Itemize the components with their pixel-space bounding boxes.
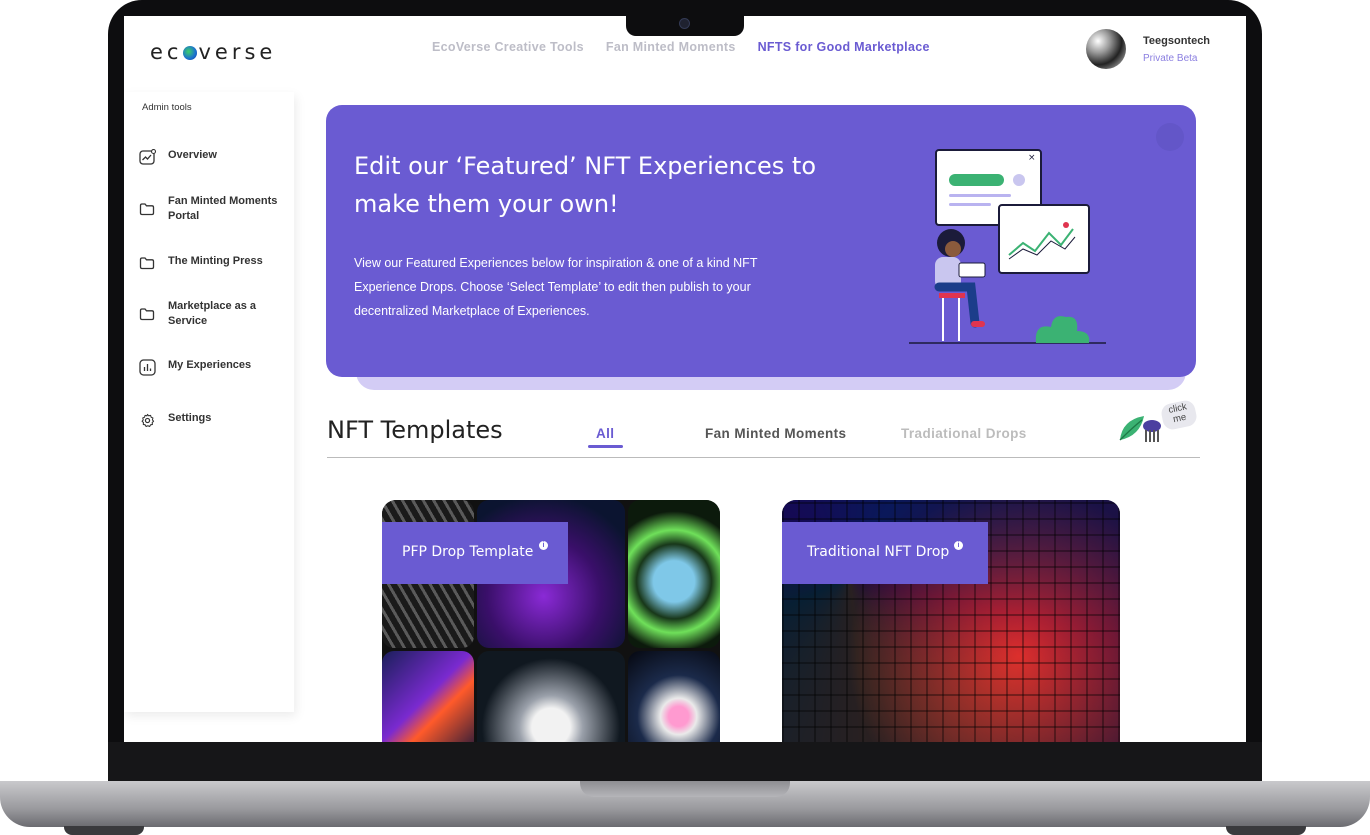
nft-image-tile <box>628 651 720 742</box>
folder-icon <box>138 305 156 323</box>
sidebar-item-my-experiences[interactable]: My Experiences <box>138 358 288 376</box>
user-role: Private Beta <box>1143 53 1198 64</box>
info-icon[interactable]: i <box>954 541 963 550</box>
chart-icon <box>138 148 156 166</box>
app-screen: ec verse EcoVerse Creative Tools Fan Mint… <box>124 16 1246 742</box>
nft-templates-title: NFT Templates <box>327 416 503 444</box>
nft-image-tile <box>628 500 720 648</box>
globe-icon <box>183 46 198 60</box>
card-label: PFP Drop Template i <box>382 522 568 584</box>
camera-icon <box>679 18 690 29</box>
sidebar-section-label: Admin tools <box>142 102 192 113</box>
svg-text:×: × <box>1028 153 1036 163</box>
sidebar-item-label: Marketplace as a Service <box>168 300 257 327</box>
laptop-foot <box>1226 826 1306 835</box>
active-tab-underline <box>588 445 623 448</box>
laptop-trackpad-lip <box>580 781 790 797</box>
hero-description: View our Featured Experiences below for … <box>354 256 758 318</box>
sidebar: Admin tools Overview Fan Minted Moments … <box>124 92 294 712</box>
sidebar-item-the-minting-press[interactable]: The Minting Press <box>138 254 288 272</box>
ecoverse-logo[interactable]: ec verse <box>150 40 276 64</box>
card-label: Traditional NFT Drop i <box>782 522 988 584</box>
click-me-button[interactable]: click me <box>1116 398 1200 444</box>
laptop-foot <box>64 826 144 835</box>
leaf-mascot-icon <box>1119 416 1161 442</box>
sidebar-item-marketplace-as-a-service[interactable]: Marketplace as a Service <box>138 299 288 329</box>
info-icon[interactable]: i <box>539 541 548 550</box>
gear-icon <box>138 411 156 429</box>
hero-dot <box>1156 123 1184 151</box>
template-card-traditional[interactable]: Traditional NFT Drop i <box>782 500 1120 742</box>
folder-icon <box>138 200 156 218</box>
hero-title: Edit our ‘Featured’ NFT Experiences to m… <box>354 152 816 218</box>
laptop-chin <box>108 742 1262 782</box>
tab-tradiational-drops[interactable]: Tradiational Drops <box>901 426 1027 441</box>
card-title: PFP Drop Template <box>402 544 534 560</box>
tab-all[interactable]: All <box>596 426 614 441</box>
sidebar-item-label: The Minting Press <box>168 255 263 267</box>
user-name[interactable]: Teegsontech <box>1143 35 1210 47</box>
nft-image-tile <box>382 651 474 742</box>
topnav-fan-minted-moments[interactable]: Fan Minted Moments <box>606 40 736 54</box>
topnav-nfts-for-good-marketplace[interactable]: NFTS for Good Marketplace <box>758 40 930 54</box>
topnav-creative-tools[interactable]: EcoVerse Creative Tools <box>432 40 584 54</box>
camera-notch <box>626 14 744 36</box>
click-me-bubble: click me <box>1159 398 1199 432</box>
sidebar-item-label: Settings <box>168 412 212 424</box>
sidebar-item-label: Fan Minted Moments Portal <box>168 195 278 222</box>
tab-fan-minted-moments[interactable]: Fan Minted Moments <box>705 426 846 441</box>
folder-icon <box>138 254 156 272</box>
sidebar-item-label: Overview <box>168 149 217 161</box>
section-divider <box>327 457 1200 458</box>
top-navigation: EcoVerse Creative Tools Fan Minted Momen… <box>432 40 930 54</box>
hero-banner: Edit our ‘Featured’ NFT Experiences to m… <box>326 105 1196 377</box>
card-title: Traditional NFT Drop <box>807 544 950 560</box>
sidebar-item-settings[interactable]: Settings <box>138 411 288 429</box>
sidebar-item-overview[interactable]: Overview <box>138 148 288 166</box>
nft-image-tile <box>477 651 625 742</box>
sidebar-item-label: My Experiences <box>168 359 252 371</box>
hero-illustration: × <box>909 149 1106 344</box>
user-avatar[interactable] <box>1086 29 1126 69</box>
template-card-pfp[interactable]: PFP Drop Template i <box>382 500 720 742</box>
bar-chart-icon <box>138 358 156 376</box>
sidebar-item-fan-minted-moments-portal[interactable]: Fan Minted Moments Portal <box>138 194 288 224</box>
